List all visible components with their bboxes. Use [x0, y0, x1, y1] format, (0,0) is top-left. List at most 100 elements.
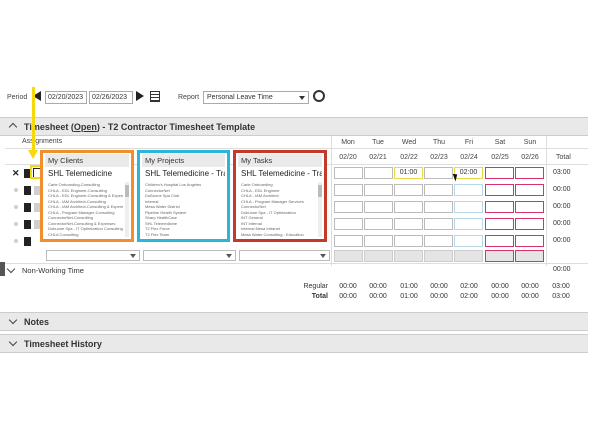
document-icon[interactable]: [24, 186, 31, 195]
hours-cell[interactable]: [394, 235, 423, 247]
hours-cell[interactable]: [334, 218, 363, 230]
row-dot-icon: [14, 239, 18, 243]
tasks-title: My Tasks: [238, 154, 322, 167]
list-item[interactable]: CHLA - EDL Engineer-Consulting & Expense: [48, 193, 123, 199]
hours-cell[interactable]: [334, 184, 363, 196]
timesheet-status-link[interactable]: Open: [74, 122, 97, 132]
tasks-dropdown-panel[interactable]: My Tasks SHL Telemedicine - Traini Carle…: [233, 150, 327, 242]
regular-value: 00:00: [430, 283, 448, 290]
new-project-select[interactable]: [143, 250, 236, 261]
tasks-list[interactable]: Carle Onboarding CHLA - EDL Engineer CHL…: [238, 182, 316, 239]
hours-cell[interactable]: [394, 218, 423, 230]
chevron-down-icon: [8, 337, 18, 347]
search-icon[interactable]: [313, 90, 325, 102]
report-select[interactable]: Personal Leave Time: [203, 91, 309, 104]
hours-cell[interactable]: [424, 184, 453, 196]
hours-cell-weekend[interactable]: [485, 235, 514, 247]
chevron-down-icon[interactable]: [6, 264, 16, 274]
document-icon[interactable]: [24, 220, 31, 229]
day-date-mon: 02/20: [339, 154, 357, 161]
hours-cell[interactable]: [364, 201, 393, 213]
row-dot-icon: [14, 205, 18, 209]
regular-value: 01:00: [400, 283, 418, 290]
hours-cell[interactable]: [334, 167, 363, 179]
calendar-icon[interactable]: [150, 91, 160, 102]
hours-cell-disabled: [394, 250, 423, 262]
tasks-selected[interactable]: SHL Telemedicine - Traini: [238, 169, 322, 181]
document-icon[interactable]: [24, 237, 31, 246]
total-value: 00:00: [430, 293, 448, 300]
projects-dropdown-panel[interactable]: My Projects SHL Telemedicine - Traini Ch…: [137, 150, 230, 242]
new-task-select[interactable]: [239, 250, 330, 261]
hours-cell[interactable]: [364, 218, 393, 230]
hours-cell-disabled: [364, 250, 393, 262]
hours-cell[interactable]: [424, 201, 453, 213]
history-section-header[interactable]: Timesheet History: [0, 334, 588, 353]
start-date-input[interactable]: 02/20/2023: [45, 91, 87, 104]
hours-cell-weekend[interactable]: [485, 201, 514, 213]
hours-cell-weekend[interactable]: [485, 218, 514, 230]
report-select-value: Personal Leave Time: [207, 94, 273, 101]
clients-scrollbar[interactable]: [125, 182, 129, 237]
hours-cell-weekend: [515, 250, 544, 262]
day-name-fri: Fri: [464, 139, 474, 146]
hours-cell-weekend[interactable]: [485, 167, 514, 179]
hours-cell[interactable]: [454, 201, 483, 213]
hours-cell[interactable]: [334, 235, 363, 247]
notes-section-header[interactable]: Notes: [0, 312, 588, 331]
hours-cell[interactable]: [454, 235, 483, 247]
list-item[interactable]: Dubuone Spa - IT Optimization Consulting: [48, 226, 123, 232]
hours-cell-weekend[interactable]: [515, 201, 544, 213]
hours-cell[interactable]: [364, 184, 393, 196]
grid-divider: [331, 136, 332, 266]
hours-cell-disabled: [454, 250, 483, 262]
hours-cell-weekend[interactable]: [515, 167, 544, 179]
row-total: 00:00: [553, 203, 571, 210]
new-client-select[interactable]: [46, 250, 140, 261]
clients-selected[interactable]: SHL Telemedicine: [45, 169, 129, 181]
day-date-sat: 02/25: [491, 154, 509, 161]
chevron-down-icon: [299, 96, 305, 100]
hours-cell-weekend[interactable]: [515, 218, 544, 230]
delete-row-icon[interactable]: ✕: [12, 168, 20, 179]
hours-cell[interactable]: [424, 167, 453, 179]
hours-cell[interactable]: [394, 201, 423, 213]
hours-cell[interactable]: [364, 235, 393, 247]
non-working-time-title[interactable]: Non-Working Time: [22, 266, 84, 275]
hours-cell[interactable]: [424, 218, 453, 230]
hours-cell-weekend[interactable]: [515, 235, 544, 247]
row-total: 00:00: [553, 237, 571, 244]
hours-cell-weekend: [485, 250, 514, 262]
hours-cell[interactable]: [394, 184, 423, 196]
hours-cell-weekend[interactable]: [485, 184, 514, 196]
hours-cell[interactable]: [424, 235, 453, 247]
regular-value: 02:00: [460, 283, 478, 290]
document-icon[interactable]: [24, 203, 31, 212]
chevron-down-icon: [320, 254, 326, 258]
day-name-tue: Tue: [372, 139, 384, 146]
grid-divider: [546, 136, 547, 266]
projects-list[interactable]: Children's Hospital Los Angeles Connecto…: [142, 182, 219, 239]
hours-cell[interactable]: 01:00: [394, 167, 423, 179]
next-period-icon[interactable]: [136, 91, 144, 101]
hours-cell[interactable]: [454, 218, 483, 230]
report-label: Report: [178, 94, 200, 101]
timesheet-section-header[interactable]: Timesheet (Open) - T2 Contractor Timeshe…: [0, 117, 588, 136]
clients-list[interactable]: Carle Onboarding-Consulting CHLA - EDL E…: [45, 182, 123, 239]
list-item[interactable]: CHLA - IAM Architect-Consulting & Expens…: [48, 204, 123, 210]
list-item[interactable]: CHLA Consulting: [48, 232, 123, 238]
tasks-scrollbar[interactable]: [318, 182, 322, 237]
clients-dropdown-panel[interactable]: My Clients SHL Telemedicine Carle Onboar…: [40, 150, 134, 242]
hours-cell[interactable]: [364, 167, 393, 179]
list-item[interactable]: T2 Flex Team: [145, 232, 219, 238]
assignments-label: Assignments: [22, 138, 63, 145]
side-collapse-handle[interactable]: [0, 262, 5, 276]
list-item[interactable]: Mesa Water Consulting - Education: [241, 232, 316, 238]
hours-cell-disabled: [334, 250, 363, 262]
hours-cell[interactable]: [454, 184, 483, 196]
projects-selected[interactable]: SHL Telemedicine - Traini: [142, 169, 225, 181]
grid-divider: [5, 148, 588, 149]
hours-cell[interactable]: [334, 201, 363, 213]
end-date-input[interactable]: 02/26/2023: [89, 91, 133, 104]
hours-cell-weekend[interactable]: [515, 184, 544, 196]
